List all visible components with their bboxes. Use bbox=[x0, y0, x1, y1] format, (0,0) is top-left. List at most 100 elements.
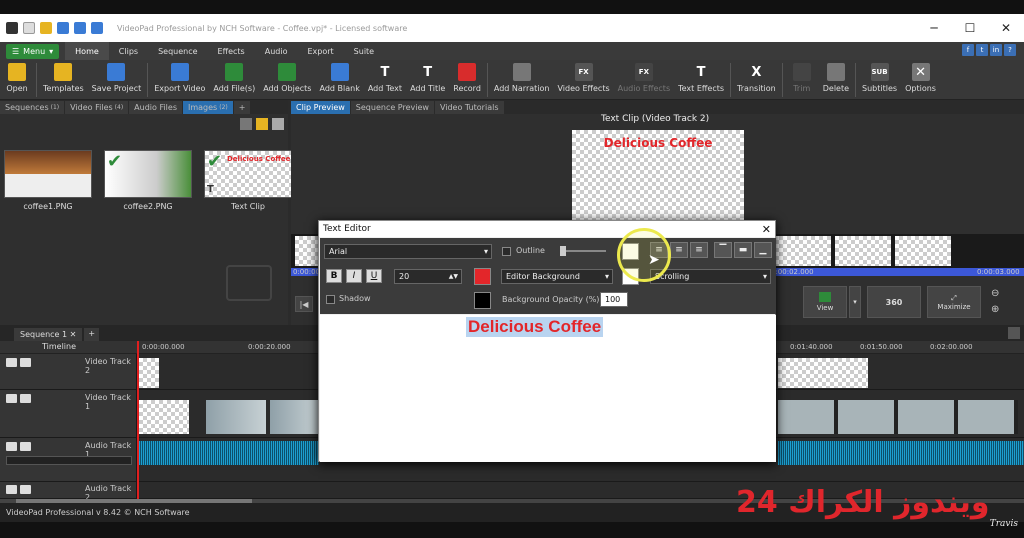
templates-button[interactable]: Templates bbox=[39, 60, 88, 93]
subtitles-button[interactable]: SUB Subtitles bbox=[858, 60, 901, 93]
undo-icon[interactable] bbox=[74, 22, 86, 34]
bin-tab-video-files[interactable]: Video Files (4) bbox=[65, 101, 129, 114]
italic-button[interactable]: I bbox=[346, 269, 362, 283]
add-text-button[interactable]: T Add Text bbox=[364, 60, 406, 93]
bin-tab-audio-files[interactable]: Audio Files bbox=[129, 101, 182, 114]
opacity-input[interactable]: 100 bbox=[600, 292, 628, 307]
save-icon[interactable] bbox=[57, 22, 69, 34]
video-clip[interactable] bbox=[270, 400, 320, 434]
speaker-icon[interactable] bbox=[6, 485, 17, 494]
add-sequence-button[interactable]: + bbox=[84, 328, 100, 341]
fit-icon[interactable]: ⊕ bbox=[991, 304, 999, 315]
tab-sequence-1[interactable]: Sequence 1 ✕ bbox=[14, 328, 83, 341]
social-link-icon[interactable]: in bbox=[990, 44, 1002, 56]
options-button[interactable]: ✕ Options bbox=[901, 60, 940, 93]
thumbnail-item[interactable]: coffee1.PNG bbox=[4, 150, 92, 211]
tab-export[interactable]: Export bbox=[297, 42, 343, 60]
audio-waveform[interactable] bbox=[778, 441, 1024, 465]
dialog-close-button[interactable]: ✕ bbox=[762, 223, 771, 236]
slider-thumb[interactable] bbox=[560, 246, 566, 256]
maximize-button[interactable]: ☐ bbox=[952, 14, 988, 42]
zoom-icon[interactable]: ⊖ bbox=[991, 288, 999, 299]
thumbnail-item[interactable]: ✔ Delicious Coffee T Text Clip bbox=[204, 150, 292, 211]
open-folder-icon[interactable] bbox=[40, 22, 52, 34]
tab-suite[interactable]: Suite bbox=[344, 42, 384, 60]
outline-width-slider[interactable] bbox=[560, 246, 606, 256]
outline-checkbox[interactable] bbox=[502, 247, 511, 256]
shadow-checkbox[interactable] bbox=[326, 295, 335, 304]
timeline-settings-icon[interactable] bbox=[1008, 327, 1020, 339]
lock-icon[interactable] bbox=[20, 442, 31, 451]
close-button[interactable]: ✕ bbox=[988, 14, 1024, 42]
tab-effects[interactable]: Effects bbox=[208, 42, 255, 60]
skip-start-button[interactable]: |◀ bbox=[295, 296, 313, 312]
align-right-button[interactable]: ≡ bbox=[690, 242, 708, 258]
delete-button[interactable]: Delete bbox=[819, 60, 853, 93]
vr-360-button[interactable]: 360 bbox=[867, 286, 921, 318]
tab-clip-preview[interactable]: Clip Preview bbox=[291, 101, 350, 114]
lock-icon[interactable] bbox=[20, 394, 31, 403]
redo-icon[interactable] bbox=[91, 22, 103, 34]
maximize-preview-button[interactable]: ⤢ Maximize bbox=[927, 286, 981, 318]
font-size-stepper[interactable]: 20 ▲▼ bbox=[394, 269, 462, 284]
social-link-icon[interactable]: f bbox=[962, 44, 974, 56]
menu-button[interactable]: ☰ Menu ▾ bbox=[6, 43, 60, 59]
underline-button[interactable]: U bbox=[366, 269, 382, 283]
audio-waveform[interactable] bbox=[139, 441, 319, 465]
scrolling-select[interactable]: Scrolling ▾ bbox=[650, 269, 771, 284]
text-effects-button[interactable]: T Text Effects bbox=[674, 60, 728, 93]
align-top-button[interactable]: ▔ bbox=[714, 242, 732, 258]
background-select[interactable]: Editor Background ▾ bbox=[501, 269, 613, 284]
selected-text[interactable]: Delicious Coffee bbox=[466, 317, 604, 337]
font-select[interactable]: Arial ▾ bbox=[324, 244, 492, 259]
tab-clips[interactable]: Clips bbox=[109, 42, 148, 60]
add-narration-button[interactable]: Add Narration bbox=[490, 60, 554, 93]
shadow-color-swatch[interactable] bbox=[474, 292, 491, 309]
social-link-icon[interactable]: ? bbox=[1004, 44, 1016, 56]
social-link-icon[interactable]: t bbox=[976, 44, 988, 56]
video-clip[interactable] bbox=[778, 400, 1018, 434]
thumbnail-item[interactable]: ✔ coffee2.PNG bbox=[104, 150, 192, 211]
align-middle-button[interactable]: ▬ bbox=[734, 242, 752, 258]
volume-slider[interactable] bbox=[6, 456, 132, 465]
export-video-button[interactable]: Export Video bbox=[150, 60, 209, 93]
eye-icon[interactable] bbox=[6, 394, 17, 403]
align-center-button[interactable]: ≡ bbox=[670, 242, 688, 258]
tab-sequence-preview[interactable]: Sequence Preview bbox=[350, 101, 434, 114]
tab-audio[interactable]: Audio bbox=[255, 42, 298, 60]
video-clip[interactable] bbox=[206, 400, 266, 434]
view-button[interactable]: View bbox=[803, 286, 847, 318]
bin-tab-images[interactable]: Images (2) bbox=[183, 101, 233, 114]
lock-icon[interactable] bbox=[20, 358, 31, 367]
tab-video-tutorials[interactable]: Video Tutorials bbox=[434, 101, 504, 114]
minimize-button[interactable]: ─ bbox=[916, 14, 952, 42]
add-objects-button[interactable]: Add Objects bbox=[259, 60, 315, 93]
video-effects-button[interactable]: FX Video Effects bbox=[553, 60, 613, 93]
align-bottom-button[interactable]: ▁ bbox=[754, 242, 772, 258]
text-color-swatch[interactable] bbox=[474, 268, 491, 285]
speaker-icon[interactable] bbox=[6, 442, 17, 451]
playhead[interactable] bbox=[137, 341, 139, 499]
app-icon[interactable] bbox=[6, 22, 18, 34]
bold-button[interactable]: B bbox=[326, 269, 342, 283]
transition-button[interactable]: X Transition bbox=[733, 60, 780, 93]
add-file-s-button[interactable]: Add File(s) bbox=[209, 60, 259, 93]
tab-home[interactable]: Home bbox=[65, 42, 109, 60]
text-clip[interactable] bbox=[139, 358, 159, 388]
bin-tab-sequences[interactable]: Sequences (1) bbox=[0, 101, 65, 114]
record-button[interactable]: Record bbox=[449, 60, 485, 93]
trash-icon[interactable] bbox=[240, 118, 252, 130]
text-edit-area[interactable]: Delicious Coffee bbox=[320, 315, 776, 462]
add-blank-button[interactable]: Add Blank bbox=[315, 60, 363, 93]
video-clip[interactable] bbox=[139, 400, 189, 434]
add-title-button[interactable]: T Add Title bbox=[406, 60, 449, 93]
view-dropdown[interactable]: ▾ bbox=[849, 286, 861, 318]
eye-icon[interactable] bbox=[6, 358, 17, 367]
text-clip[interactable] bbox=[778, 358, 868, 388]
trim-button[interactable]: Trim bbox=[785, 60, 819, 93]
tab-sequence[interactable]: Sequence bbox=[148, 42, 207, 60]
folder-icon[interactable] bbox=[256, 118, 268, 130]
new-file-icon[interactable] bbox=[23, 22, 35, 34]
lock-icon[interactable] bbox=[20, 485, 31, 494]
save-project-button[interactable]: Save Project bbox=[88, 60, 146, 93]
